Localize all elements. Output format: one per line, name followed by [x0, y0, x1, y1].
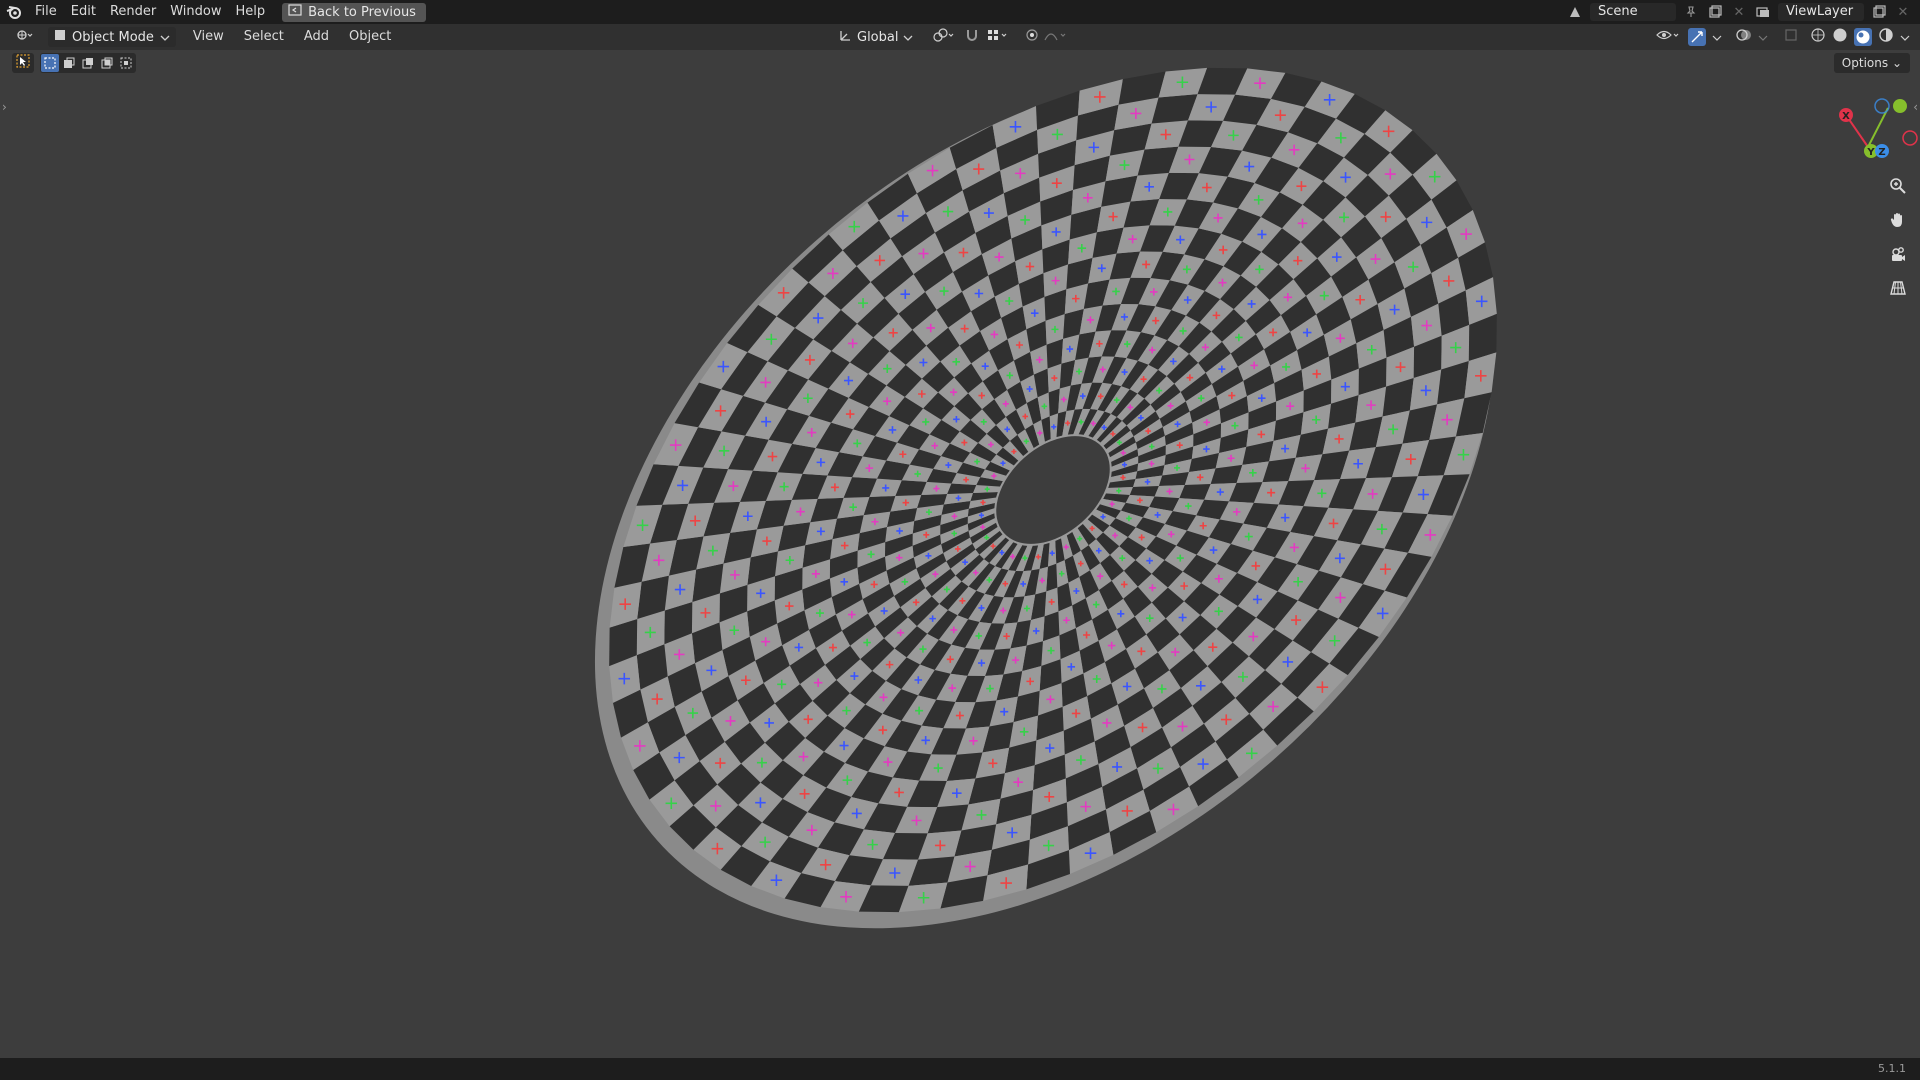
select-invert-icon[interactable]	[98, 54, 116, 72]
menu-window[interactable]: Window	[163, 0, 228, 24]
version-label: 5.1.1	[1878, 1062, 1906, 1075]
gizmo-y-axis-line	[1867, 107, 1889, 148]
chevron-down-icon	[160, 30, 170, 45]
checker-tile	[1129, 485, 1159, 497]
checker-disc-mesh	[594, 67, 1497, 929]
checker-tile	[947, 483, 977, 495]
pin-icon[interactable]	[1682, 3, 1700, 21]
solid-shading-icon[interactable]	[1832, 27, 1848, 47]
object-mode-dropdown[interactable]: Object Mode	[48, 27, 176, 47]
options-label: Options	[1841, 56, 1889, 70]
menu-file[interactable]: File	[28, 0, 64, 24]
object-mode-label: Object Mode	[72, 29, 154, 45]
select-new-icon[interactable]	[41, 54, 59, 72]
hand-icon[interactable]	[1886, 208, 1910, 232]
gizmo-dropdown-icon[interactable]	[1712, 30, 1722, 45]
back-to-previous-label: Back to Previous	[308, 4, 416, 20]
tool-settings-row	[12, 53, 136, 73]
3d-viewport-icon	[16, 28, 34, 46]
editor-type-dropdown[interactable]	[10, 27, 40, 47]
toolbar-expand-chevron-icon[interactable]: ›	[2, 100, 7, 114]
back-to-previous-button[interactable]: Back to Previous	[282, 2, 426, 22]
gizmo-z-label: Z	[1878, 147, 1885, 158]
transform-orientation-label: Global	[857, 29, 899, 45]
scene-selector[interactable]: Scene ✕	[1566, 3, 1748, 21]
gizmo-y-circle[interactable]	[1893, 99, 1907, 113]
select-intersect-icon[interactable]	[117, 54, 135, 72]
status-bar: 5.1.1	[0, 1058, 1920, 1080]
overlay-icon[interactable]	[1736, 27, 1752, 47]
new-view-layer-icon[interactable]	[1870, 3, 1888, 21]
blender-logo-icon[interactable]	[0, 0, 28, 24]
delete-scene-icon[interactable]: ✕	[1730, 3, 1748, 21]
proportional-icon[interactable]	[1025, 28, 1069, 46]
chevron-down-icon: ⌄	[1891, 56, 1902, 70]
gizmo-neg-x-circle[interactable]	[1902, 130, 1918, 146]
scene-icon	[1566, 3, 1584, 21]
pivot-icon[interactable]	[933, 28, 957, 46]
chevron-down-icon	[903, 30, 913, 45]
transform-icon	[838, 28, 852, 46]
camera-icon[interactable]	[1886, 242, 1910, 266]
wireframe-shading-icon[interactable]	[1810, 27, 1826, 47]
checker-tile	[1048, 388, 1060, 417]
grid-icon[interactable]	[1886, 276, 1910, 300]
top-menu-bar: File Edit Render Window Help Back to Pre…	[0, 0, 1920, 24]
gizmo-x-label: X	[1842, 111, 1850, 122]
viewport-header: Object Mode View Select Add Object Globa…	[0, 24, 1920, 50]
material-shading-icon[interactable]	[1854, 28, 1872, 46]
magnet-icon[interactable]	[965, 28, 979, 46]
transform-orientation-dropdown[interactable]: Global	[838, 28, 913, 46]
new-scene-icon[interactable]	[1706, 3, 1724, 21]
scene-name-field[interactable]: Scene	[1590, 3, 1676, 21]
gizmo-y-label: Y	[1866, 147, 1875, 158]
select-extend-icon[interactable]	[60, 54, 78, 72]
shading-dropdown-icon[interactable]	[1900, 30, 1910, 45]
navigation-gizmo[interactable]: X Y Z	[1810, 90, 1920, 170]
zoom-icon[interactable]	[1886, 174, 1910, 198]
menu-edit[interactable]: Edit	[64, 0, 103, 24]
menu-object[interactable]: Object	[340, 24, 400, 50]
visibility-icon[interactable]	[1656, 28, 1682, 46]
object-mode-icon	[54, 29, 66, 45]
gizmo-icon[interactable]	[1688, 28, 1706, 46]
cursor-icon	[16, 54, 30, 72]
back-arrow-icon	[288, 4, 302, 20]
delete-view-layer-icon[interactable]: ✕	[1894, 3, 1912, 21]
options-dropdown[interactable]: Options ⌄	[1833, 53, 1910, 73]
snap-grid-icon[interactable]	[987, 28, 1011, 46]
select-tool-button[interactable]	[12, 53, 34, 73]
menu-help[interactable]: Help	[229, 0, 273, 24]
checker-tile	[1046, 563, 1058, 592]
navigation-buttons	[1886, 174, 1910, 300]
view-layer-selector[interactable]: ViewLayer ✕	[1754, 3, 1912, 21]
rendered-shading-icon[interactable]	[1878, 27, 1894, 47]
view-layer-name-field[interactable]: ViewLayer	[1778, 3, 1864, 21]
xray-icon[interactable]	[1784, 28, 1798, 46]
select-subtract-icon[interactable]	[79, 54, 97, 72]
menu-select[interactable]: Select	[235, 24, 293, 50]
menu-render[interactable]: Render	[103, 0, 163, 24]
menu-add[interactable]: Add	[295, 24, 338, 50]
gizmo-neg-z-circle[interactable]	[1874, 98, 1890, 114]
viewport-3d[interactable]	[0, 0, 1920, 1080]
view-layer-icon	[1754, 3, 1772, 21]
selection-mode-group	[40, 53, 136, 73]
overlay-dropdown-icon[interactable]	[1758, 30, 1768, 45]
menu-view[interactable]: View	[184, 24, 233, 50]
